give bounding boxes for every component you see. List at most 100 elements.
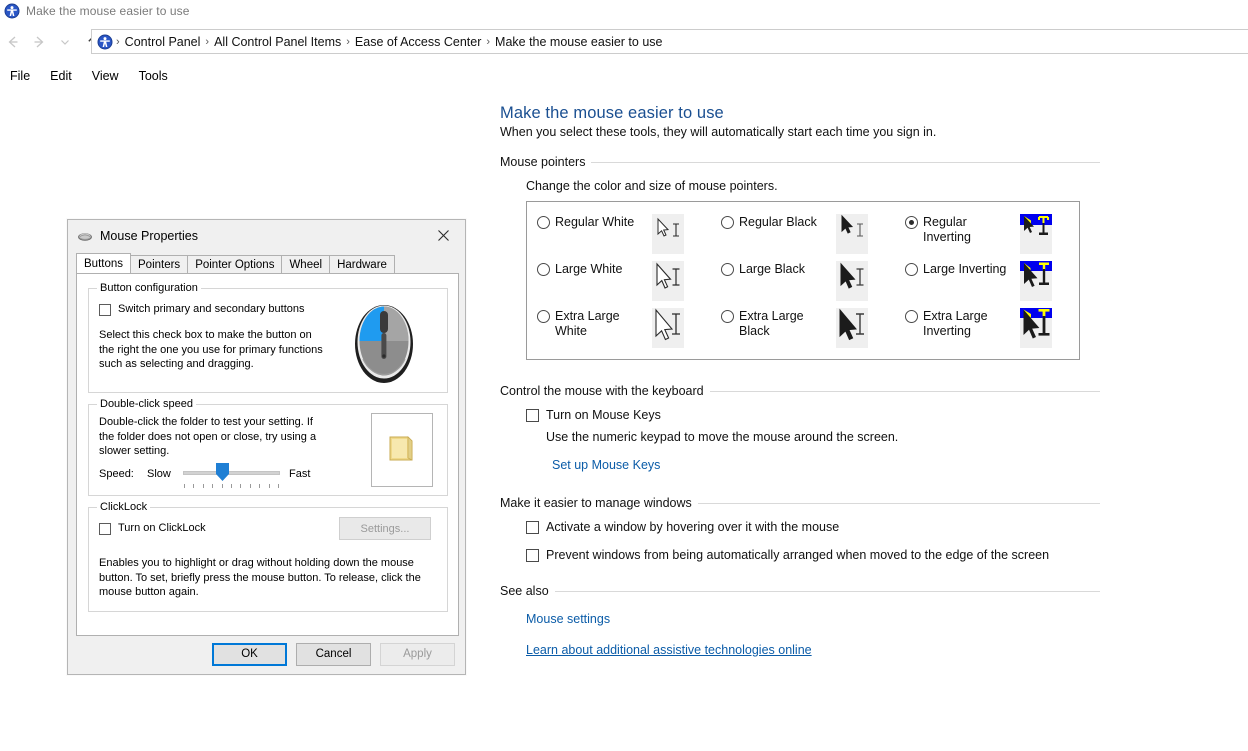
section-body: Mouse settings Learn about additional as… bbox=[500, 610, 1100, 659]
pointer-option-regular-black[interactable]: Regular Black bbox=[711, 210, 895, 257]
link-set-up-mouse-keys[interactable]: Set up Mouse Keys bbox=[552, 458, 660, 472]
pointer-preview-white-xlarge bbox=[652, 308, 684, 348]
double-click-speed-slider[interactable] bbox=[183, 471, 280, 475]
apply-button[interactable]: Apply bbox=[380, 642, 455, 666]
checkbox-row-mouse-keys[interactable]: Turn on Mouse Keys bbox=[526, 408, 1100, 422]
breadcrumb-item-ease-of-access-center[interactable]: Ease of Access Center bbox=[351, 35, 485, 49]
pointer-option-large-white[interactable]: Large White bbox=[527, 257, 711, 304]
folder-icon bbox=[382, 428, 422, 473]
breadcrumb[interactable]: › Control Panel › All Control Panel Item… bbox=[91, 29, 1248, 54]
section-label: See also bbox=[500, 584, 549, 598]
breadcrumb-item-all-control-panel-items[interactable]: All Control Panel Items bbox=[210, 35, 345, 49]
pointer-option-label: Extra Large Inverting bbox=[923, 309, 988, 338]
menu-bar: File Edit View Tools bbox=[0, 64, 1248, 88]
section-label: Mouse pointers bbox=[500, 155, 586, 169]
breadcrumb-item-control-panel[interactable]: Control Panel bbox=[121, 35, 205, 49]
pointer-preview-white-large bbox=[652, 261, 684, 301]
see-also-row: Mouse settings bbox=[526, 610, 1100, 628]
mouse-properties-dialog: Mouse Properties Buttons Pointers Pointe… bbox=[67, 219, 466, 675]
chevron-down-icon[interactable] bbox=[52, 29, 78, 55]
pointer-option-regular-inverting[interactable]: Regular Inverting bbox=[895, 210, 1079, 257]
main-content: Make the mouse easier to use When you se… bbox=[500, 104, 1100, 659]
pointer-preview-inverting-regular bbox=[1020, 214, 1052, 254]
checkbox-row-switch-buttons[interactable]: Switch primary and secondary buttons bbox=[99, 303, 304, 316]
pointer-option-large-inverting[interactable]: Large Inverting bbox=[895, 257, 1079, 304]
pointer-option-extra-large-inverting[interactable]: Extra Large Inverting bbox=[895, 304, 1079, 351]
pointer-option-regular-white[interactable]: Regular White bbox=[527, 210, 711, 257]
section-rule bbox=[554, 590, 1100, 592]
checkbox-row-prevent-arrange[interactable]: Prevent windows from being automatically… bbox=[526, 548, 1100, 562]
group-double-click-speed: Double-click speed Double-click the fold… bbox=[88, 398, 448, 496]
radio-large-inverting[interactable] bbox=[905, 263, 918, 276]
radio-extra-large-white[interactable] bbox=[537, 310, 550, 323]
slow-label: Slow bbox=[147, 468, 171, 480]
radio-large-white[interactable] bbox=[537, 263, 550, 276]
checkbox-activate-window-on-hover[interactable] bbox=[526, 521, 539, 534]
section-rule bbox=[709, 390, 1100, 392]
link-mouse-settings[interactable]: Mouse settings bbox=[526, 612, 610, 626]
menu-item-tools[interactable]: Tools bbox=[129, 67, 178, 85]
checkbox-label: Turn on Mouse Keys bbox=[546, 408, 661, 422]
setup-mouse-keys-row: Set up Mouse Keys bbox=[552, 456, 1100, 474]
section-rule bbox=[697, 502, 1100, 504]
section-body: Change the color and size of mouse point… bbox=[500, 179, 1100, 360]
checkbox-row-activate-window[interactable]: Activate a window by hovering over it wi… bbox=[526, 520, 1100, 534]
pointer-preview-white-regular bbox=[652, 214, 684, 254]
checkbox-label: Switch primary and secondary buttons bbox=[118, 303, 305, 315]
menu-item-file[interactable]: File bbox=[0, 67, 40, 85]
tab-hardware[interactable]: Hardware bbox=[329, 255, 395, 273]
radio-regular-inverting[interactable] bbox=[905, 216, 918, 229]
section-body: Turn on Mouse Keys Use the numeric keypa… bbox=[500, 408, 1100, 474]
page-title: Make the mouse easier to use bbox=[500, 104, 724, 122]
radio-regular-black[interactable] bbox=[721, 216, 734, 229]
slider-ticks bbox=[184, 484, 279, 488]
checkbox-prevent-auto-arrange[interactable] bbox=[526, 549, 539, 562]
menu-item-view[interactable]: View bbox=[82, 67, 129, 85]
pointer-option-label: Extra Large White bbox=[555, 309, 620, 338]
pointer-option-extra-large-white[interactable]: Extra Large White bbox=[527, 304, 711, 351]
checkbox-label: Turn on ClickLock bbox=[118, 522, 206, 534]
forward-arrow-icon[interactable] bbox=[26, 29, 52, 55]
ok-button[interactable]: OK bbox=[212, 642, 287, 666]
radio-extra-large-inverting[interactable] bbox=[905, 310, 918, 323]
tab-wheel[interactable]: Wheel bbox=[281, 255, 331, 273]
checkbox-turn-on-clicklock[interactable] bbox=[99, 523, 111, 535]
menu-item-edit[interactable]: Edit bbox=[40, 67, 82, 85]
radio-extra-large-black[interactable] bbox=[721, 310, 734, 323]
mouse-keys-description: Use the numeric keypad to move the mouse… bbox=[546, 430, 899, 444]
breadcrumb-item-current[interactable]: Make the mouse easier to use bbox=[491, 35, 666, 49]
close-icon[interactable] bbox=[421, 220, 465, 251]
pointer-option-label: Large Black bbox=[739, 262, 806, 276]
section-header: See also bbox=[500, 584, 1100, 598]
dialog-tab-strip: Buttons Pointers Pointer Options Wheel H… bbox=[76, 253, 465, 273]
checkbox-row-clicklock[interactable]: Turn on ClickLock bbox=[99, 522, 206, 535]
ease-of-access-icon bbox=[4, 3, 20, 19]
radio-regular-white[interactable] bbox=[537, 216, 550, 229]
window-title: Make the mouse easier to use bbox=[26, 4, 190, 18]
double-click-test-area[interactable] bbox=[371, 413, 433, 487]
button-config-description: Select this check box to make the button… bbox=[99, 329, 323, 370]
clicklock-settings-button[interactable]: Settings... bbox=[339, 517, 431, 540]
checkbox-switch-primary-secondary[interactable] bbox=[99, 304, 111, 316]
tab-pointer-options[interactable]: Pointer Options bbox=[187, 255, 283, 273]
tab-pointers[interactable]: Pointers bbox=[130, 255, 189, 273]
double-click-description: Double-click the folder to test your set… bbox=[99, 416, 317, 457]
pointer-option-extra-large-black[interactable]: Extra Large Black bbox=[711, 304, 895, 351]
ease-of-access-icon bbox=[97, 34, 113, 50]
pointer-option-large-black[interactable]: Large Black bbox=[711, 257, 895, 304]
pointer-option-label: Extra Large Black bbox=[739, 309, 804, 338]
group-title: ClickLock bbox=[97, 501, 151, 513]
back-arrow-icon[interactable] bbox=[0, 29, 26, 55]
pointer-preview-inverting-xlarge bbox=[1020, 308, 1052, 348]
tab-buttons[interactable]: Buttons bbox=[76, 253, 131, 273]
pointer-preview-black-regular bbox=[836, 214, 868, 254]
group-clicklock: ClickLock Turn on ClickLock Settings... … bbox=[88, 501, 448, 612]
section-keyboard-control: Control the mouse with the keyboard Turn… bbox=[500, 384, 1100, 474]
radio-large-black[interactable] bbox=[721, 263, 734, 276]
cancel-button[interactable]: Cancel bbox=[296, 642, 371, 666]
clicklock-description: Enables you to highlight or drag without… bbox=[99, 557, 421, 598]
pointer-option-label: Regular Black bbox=[739, 215, 817, 229]
checkbox-turn-on-mouse-keys[interactable] bbox=[526, 409, 539, 422]
link-assistive-technologies[interactable]: Learn about additional assistive technol… bbox=[526, 643, 812, 657]
pointers-hint: Change the color and size of mouse point… bbox=[526, 179, 778, 193]
